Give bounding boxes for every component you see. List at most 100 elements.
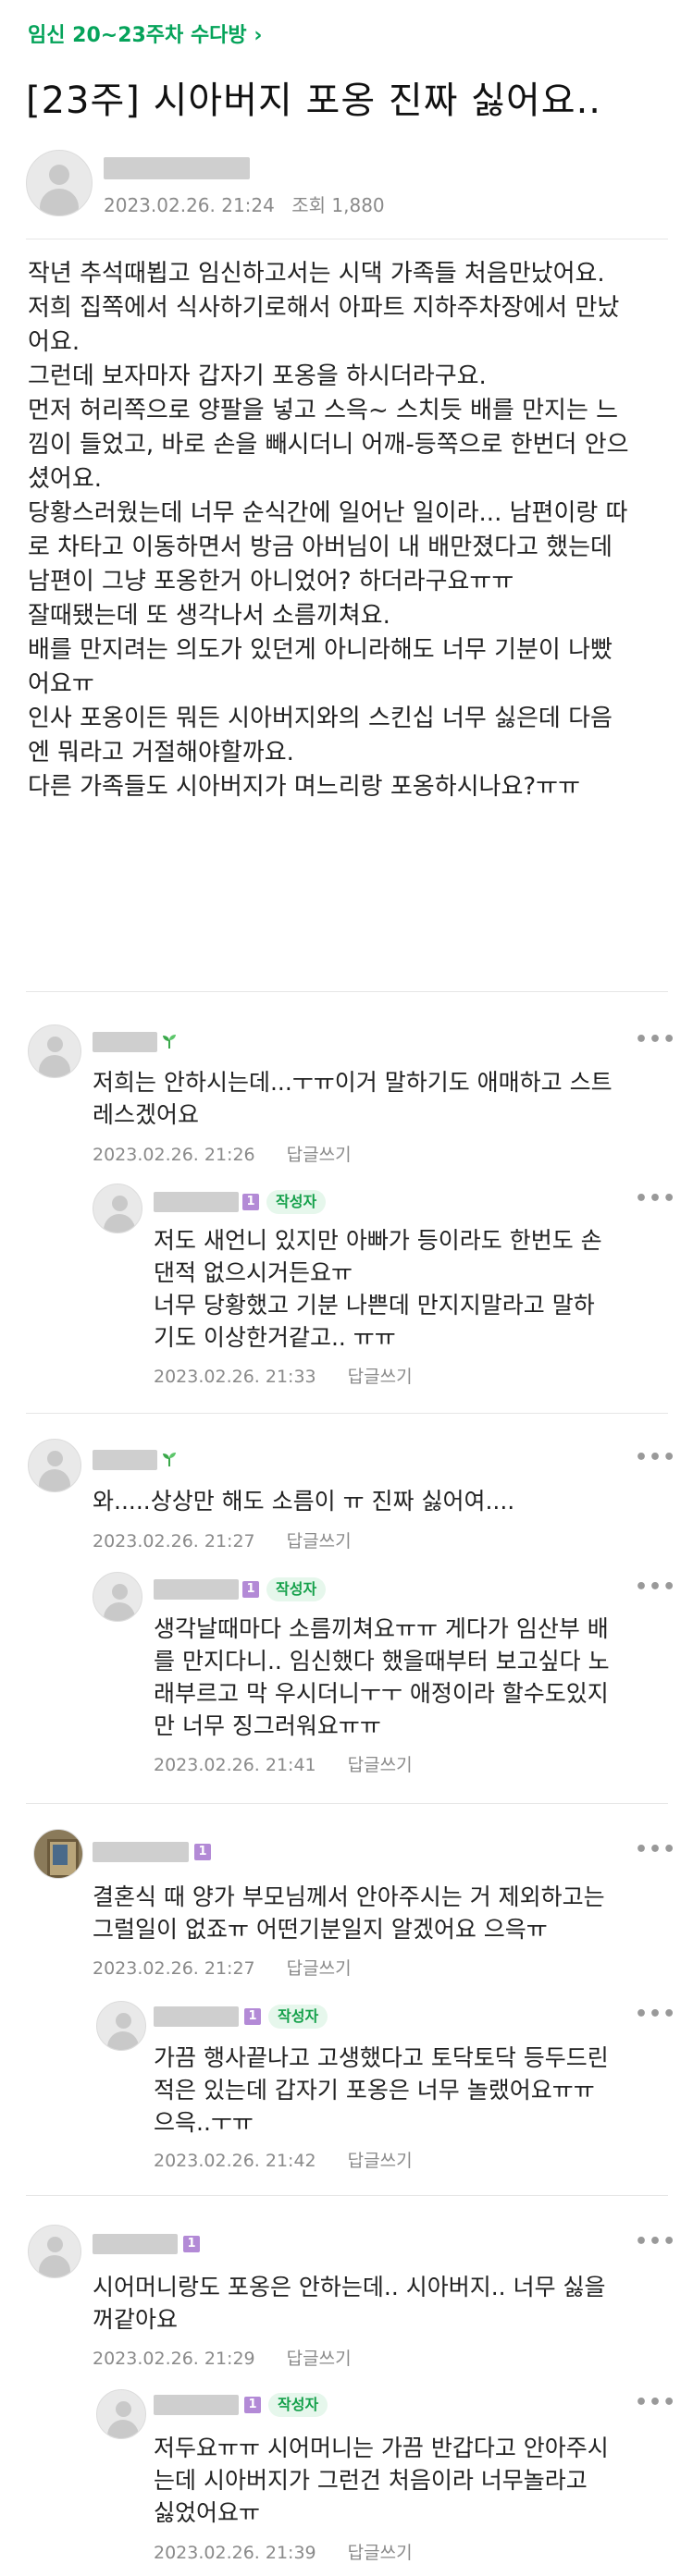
avatar-body-icon <box>107 2031 139 2050</box>
post-date: 2023.02.26. 21:24 <box>104 194 275 216</box>
reply-button[interactable]: 답글쓰기 <box>348 1755 413 1775</box>
author-name-blurred[interactable] <box>104 157 250 179</box>
avatar-body-icon <box>40 189 79 215</box>
reply-button[interactable]: 답글쓰기 <box>348 2151 413 2171</box>
commenter-avatar[interactable] <box>28 2225 81 2278</box>
picture-icon <box>53 1845 68 1865</box>
comment-meta: 2023.02.26. 21:27 답글쓰기 <box>93 1955 352 1980</box>
commenter-name-blurred[interactable] <box>93 1450 157 1470</box>
replier-name-blurred[interactable] <box>154 1579 239 1600</box>
comment-meta: 2023.02.26. 21:26 답글쓰기 <box>93 1141 352 1166</box>
more-options-button[interactable]: ••• <box>635 2391 676 2414</box>
avatar-head-icon <box>47 1037 63 1052</box>
sprout-icon <box>163 1035 176 1049</box>
more-options-button[interactable]: ••• <box>635 2003 676 2026</box>
replier-avatar[interactable] <box>93 1184 142 1233</box>
level-badge: 1 <box>194 1844 211 1860</box>
reply-date: 2023.02.26. 21:33 <box>154 1367 316 1387</box>
comment-divider <box>26 1413 668 1414</box>
comment-divider <box>26 2195 668 2196</box>
reply-date: 2023.02.26. 21:42 <box>154 2151 316 2171</box>
comment-date: 2023.02.26. 21:27 <box>93 1958 255 1979</box>
commenter-name-blurred[interactable] <box>93 1842 189 1862</box>
post-paragraph: 인사 포옹이든 뭐든 시아버지와의 스킨십 너무 싫은데 다음 엔 뭐라고 거절… <box>28 705 613 767</box>
more-options-button[interactable]: ••• <box>635 1576 676 1599</box>
replier-avatar[interactable] <box>96 2001 146 2051</box>
post-paragraph: 작년 추석때뵙고 임신하고서는 시댁 가족들 처음만났어요. <box>28 260 605 288</box>
commenter-name-blurred[interactable] <box>93 1032 157 1052</box>
replier-avatar[interactable] <box>93 1572 142 1622</box>
post-meta: 2023.02.26. 21:24 조회 1,880 <box>104 190 385 217</box>
avatar-body-icon <box>39 1469 70 1491</box>
level-badge: 1 <box>242 1194 259 1210</box>
replier-name-blurred[interactable] <box>154 1192 239 1212</box>
replier-name-blurred[interactable] <box>154 2395 239 2415</box>
reply-button[interactable]: 답글쓰기 <box>287 1958 352 1979</box>
commenter-name-blurred[interactable] <box>93 2234 178 2254</box>
post-paragraph: 배를 만지려는 의도가 있던게 아니라해도 너무 기분이 나빴 어요ㅠ <box>28 636 613 698</box>
reply-button[interactable]: 답글쓰기 <box>287 2349 352 2369</box>
breadcrumb-label: 임신 20~23주차 수다방 <box>28 24 247 47</box>
more-options-button[interactable]: ••• <box>635 1028 676 1051</box>
comment-text: 저희는 안하시는데...ㅜㅠ이거 말하기도 애매하고 스트 레스겠어요 <box>93 1069 613 1128</box>
reply-date: 2023.02.26. 21:39 <box>154 2543 316 2563</box>
commenter-avatar[interactable] <box>33 1829 83 1879</box>
level-badge: 1 <box>242 1581 259 1598</box>
reply-date: 2023.02.26. 21:41 <box>154 1755 316 1775</box>
avatar-head-icon <box>47 2237 63 2252</box>
more-options-button[interactable]: ••• <box>635 1446 676 1469</box>
author-avatar[interactable] <box>26 150 93 216</box>
avatar-head-icon <box>116 2401 131 2417</box>
avatar-body-icon <box>39 1055 70 1077</box>
post-paragraph: 먼저 허리쪽으로 양팔을 넣고 스윽~ 스치듯 배를 만지는 느 낌이 들었고,… <box>28 397 629 493</box>
writer-badge: 작성자 <box>268 2393 328 2417</box>
breadcrumb[interactable]: 임신 20~23주차 수다방 › <box>28 18 262 48</box>
comment-text: 결혼식 때 양가 부모님께서 안아주시는 거 제외하고는 그럴일이 없죠ㅠ 어떤… <box>93 1883 605 1943</box>
comment-date: 2023.02.26. 21:29 <box>93 2349 255 2369</box>
reply-button[interactable]: 답글쓰기 <box>348 1367 413 1387</box>
level-badge: 1 <box>244 2008 261 2025</box>
level-badge: 1 <box>244 2397 261 2413</box>
writer-badge: 작성자 <box>266 1190 327 1214</box>
reply-text: 생각날때마다 소름끼쳐요ㅠㅠ 게다가 임산부 배 를 만지다니.. 임신했다 했… <box>154 1615 610 1739</box>
comment-meta: 2023.02.26. 21:29 답글쓰기 <box>93 2345 352 2370</box>
reply-button[interactable]: 답글쓰기 <box>348 2543 413 2563</box>
avatar-head-icon <box>49 165 69 185</box>
comment-divider <box>26 1803 668 1804</box>
writer-badge: 작성자 <box>268 2005 328 2029</box>
comment-text: 시어머니랑도 포옹은 안하는데.. 시아버지.. 너무 싫을 꺼같아요 <box>93 2274 606 2333</box>
level-badge: 1 <box>183 2236 200 2252</box>
comments-divider <box>26 991 668 992</box>
commenter-avatar[interactable] <box>28 1024 81 1078</box>
replier-name-blurred[interactable] <box>154 2006 239 2027</box>
chevron-right-icon: › <box>254 24 263 47</box>
avatar-head-icon <box>112 1584 128 1600</box>
avatar-body-icon <box>104 1214 135 1233</box>
reply-meta: 2023.02.26. 21:41 답글쓰기 <box>154 1751 413 1776</box>
sprout-icon <box>163 1453 176 1466</box>
more-options-button[interactable]: ••• <box>635 1187 676 1210</box>
reply-text: 가끔 행사끝나고 고생했다고 토닥토닥 등두드린 적은 있는데 갑자기 포옹은 … <box>154 2044 609 2136</box>
reply-text: 저두요ㅠㅠ 시어머니는 가끔 반갑다고 안아주시 는데 시아버지가 그런건 처음… <box>154 2435 609 2526</box>
more-options-button[interactable]: ••• <box>635 2230 676 2253</box>
writer-badge: 작성자 <box>266 1577 327 1601</box>
post-paragraph: 당황스러웠는데 너무 순식간에 일어난 일이라... 남편이랑 따 로 차타고 … <box>28 499 628 595</box>
post-paragraph: 저희 집쪽에서 식사하기로해서 아파트 지하주차장에서 만났 어요. <box>28 294 620 356</box>
post-body: 작년 추석때뵙고 임신하고서는 시댁 가족들 처음만났어요. 저희 집쪽에서 식… <box>28 257 671 804</box>
reply-button[interactable]: 답글쓰기 <box>287 1531 352 1552</box>
reply-meta: 2023.02.26. 21:39 답글쓰기 <box>154 2539 413 2564</box>
replier-avatar[interactable] <box>96 2389 146 2439</box>
avatar-head-icon <box>47 1451 63 1466</box>
avatar-body-icon <box>39 2255 70 2277</box>
avatar-head-icon <box>116 2013 131 2029</box>
avatar-head-icon <box>112 1196 128 1211</box>
reply-button[interactable]: 답글쓰기 <box>287 1145 352 1165</box>
more-options-button[interactable]: ••• <box>635 1838 676 1861</box>
commenter-avatar[interactable] <box>28 1439 81 1492</box>
comment-meta: 2023.02.26. 21:27 답글쓰기 <box>93 1527 352 1552</box>
comment-text: 와.....상상만 해도 소름이 ㅠ 진짜 싫어여.... <box>93 1488 515 1515</box>
comment-date: 2023.02.26. 21:27 <box>93 1531 255 1552</box>
post-title: [23주] 시아버지 포옹 진짜 싫어요.. <box>26 80 601 122</box>
post-paragraph: 그런데 보자마자 갑자기 포옹을 하시더라구요. <box>28 362 487 390</box>
post-paragraph: 다른 가족들도 시아버지가 며느리랑 포옹하시나요?ㅠㅠ <box>28 773 581 801</box>
